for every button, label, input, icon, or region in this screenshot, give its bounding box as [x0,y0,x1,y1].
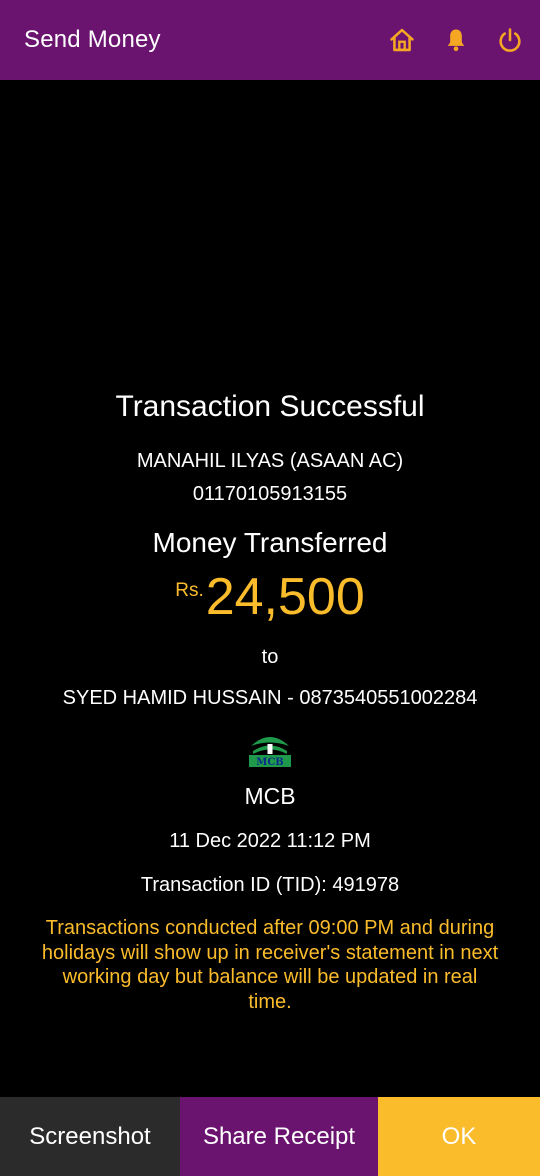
currency-label: Rs. [175,580,204,601]
header-actions [386,24,526,56]
page-title: Send Money [24,26,161,53]
bell-icon[interactable] [440,24,472,56]
action-bar: Screenshot Share Receipt OK [0,1097,540,1176]
receiver-details: SYED HAMID HUSSAIN - 0873540551002284 [62,687,478,709]
transaction-id: Transaction ID (TID): 491978 [140,874,400,896]
mcb-logo-text: MCB [256,757,283,768]
app-header: Send Money [0,0,540,80]
processing-notice: Transactions conducted after 09:00 PM an… [41,917,499,1013]
bank-name: MCB [244,783,296,809]
share-receipt-button[interactable]: Share Receipt [180,1097,378,1176]
money-transferred-label: Money Transferred [152,527,388,558]
amount-value: 24,500 [205,568,365,626]
amount-display: Rs. 24,500 [0,566,540,628]
ok-button[interactable]: OK [378,1097,540,1176]
sender-name: MANAHIL ILYAS (ASAAN AC) [136,450,404,472]
sender-account-number: 01170105913155 [192,483,348,505]
power-icon[interactable] [494,24,526,56]
to-label: to [261,646,279,668]
transaction-status: Transaction Successful [115,390,425,423]
mcb-logo: MCB [249,737,291,768]
receipt-content: Transaction Successful MANAHIL ILYAS (AS… [0,80,540,1096]
send-money-screen: Send Money Transaction Successful MANAHI… [0,0,540,1176]
home-icon[interactable] [386,24,418,56]
screenshot-button[interactable]: Screenshot [0,1097,180,1176]
transaction-datetime: 11 Dec 2022 11:12 PM [169,830,371,852]
